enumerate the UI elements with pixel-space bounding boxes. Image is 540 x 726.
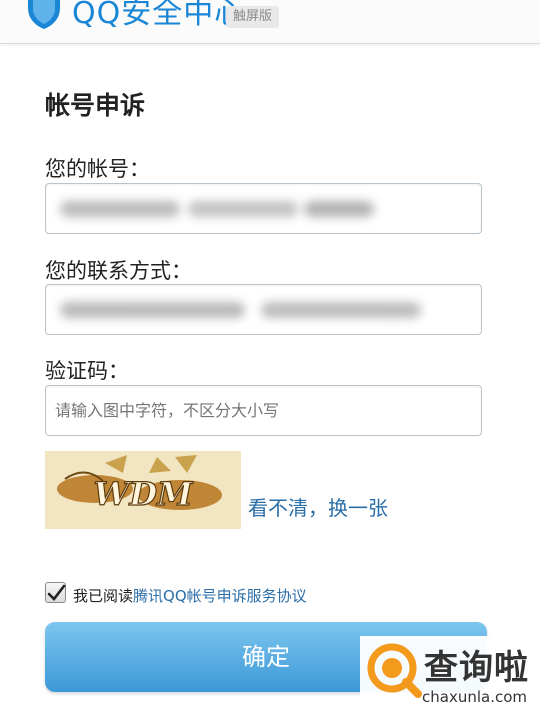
blurred-text bbox=[261, 302, 421, 318]
watermark-title: 查询啦 bbox=[424, 648, 529, 688]
agree-checkbox[interactable] bbox=[45, 582, 66, 603]
top-header-bar: QQ安全中心 触屏版 bbox=[0, 0, 540, 44]
agreement-prefix: 我已阅读 bbox=[73, 587, 134, 605]
svg-text:WDM: WDM bbox=[93, 475, 194, 513]
page-title: 帐号申诉 bbox=[45, 91, 146, 120]
shield-logo-icon bbox=[28, 0, 60, 29]
blurred-text bbox=[188, 201, 298, 217]
blurred-text bbox=[60, 302, 245, 318]
blurred-text bbox=[304, 201, 374, 217]
captcha-image[interactable]: WDM bbox=[45, 451, 241, 529]
check-icon bbox=[47, 584, 66, 601]
contact-label: 您的联系方式： bbox=[45, 259, 192, 283]
captcha-graphic: WDM bbox=[57, 455, 222, 514]
account-input[interactable] bbox=[45, 183, 482, 234]
contact-input[interactable] bbox=[45, 284, 482, 335]
watermark: 查询啦 chaxunla.com bbox=[360, 636, 540, 726]
refresh-captcha-link[interactable]: 看不清，换一张 bbox=[248, 492, 388, 521]
agreement-link[interactable]: 腾讯QQ帐号申诉服务协议 bbox=[133, 587, 307, 605]
captcha-label: 验证码： bbox=[45, 359, 129, 383]
touch-version-badge: 触屏版 bbox=[226, 6, 280, 28]
account-label: 您的帐号： bbox=[45, 157, 150, 181]
brand-name: QQ安全中心 bbox=[72, 0, 246, 31]
captcha-input[interactable] bbox=[45, 385, 482, 436]
blurred-text bbox=[60, 201, 180, 217]
watermark-domain: chaxunla.com bbox=[422, 688, 527, 706]
magnifier-logo-icon bbox=[367, 643, 422, 698]
agreement-text: 我已阅读腾讯QQ帐号申诉服务协议 bbox=[73, 585, 307, 606]
